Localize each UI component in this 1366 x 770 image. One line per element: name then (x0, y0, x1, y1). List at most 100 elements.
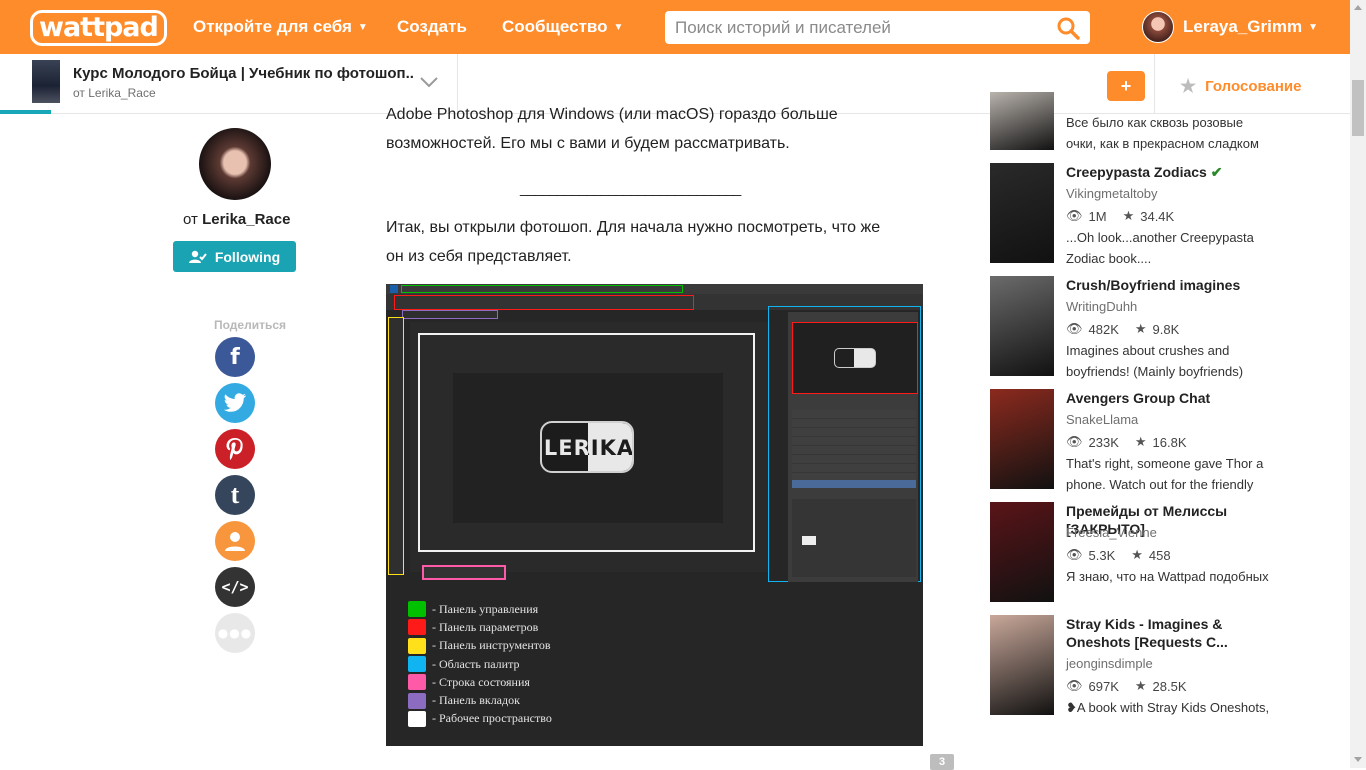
tumblr-share-icon[interactable]: t (215, 475, 255, 515)
ps-history-panel (792, 410, 916, 488)
story-stats: 👁 1M ★ 34.4K (1066, 208, 1175, 224)
story-description: That's right, someone gave Thor a phone.… (1066, 456, 1264, 492)
story-author[interactable]: Vikingmetaltoby (1066, 186, 1158, 201)
paragraph-2: Итак, вы открыли фотошоп. Для начала нуж… (386, 219, 881, 265)
star-icon: ★ (1134, 434, 1147, 449)
scrollbar-thumb[interactable] (1352, 80, 1364, 136)
legend-swatch (408, 692, 426, 709)
story-description: Imagines about crushes and boyfriends! (… (1066, 343, 1244, 379)
story-title[interactable]: Creepypasta Zodiacs ✔ (1066, 163, 1276, 181)
chevron-down-icon[interactable] (418, 74, 440, 90)
nav-discover[interactable]: Откройте для себя ▼ (193, 17, 368, 37)
star-icon: ★ (1180, 76, 1197, 96)
legend-item: - Область палитр (408, 655, 552, 673)
user-menu[interactable]: Leraya_Grimm ▼ (1142, 11, 1318, 43)
legend-label: - Рабочее пространство (432, 711, 552, 726)
legend-label: - Строка состояния (432, 674, 530, 689)
vote-button[interactable]: ★ Голосование (1180, 76, 1301, 97)
story-author[interactable]: SnakeLlama (1066, 412, 1138, 427)
ps-options-highlight-red (394, 295, 694, 310)
legend-item: - Панель вкладок (408, 691, 552, 709)
story-stats: 👁 697K ★ 28.5K (1066, 678, 1187, 694)
legend-label: - Панель управления (432, 601, 539, 616)
ps-logo (390, 285, 398, 293)
pinterest-share-icon[interactable] (215, 429, 255, 469)
ps-status-highlight-pink (422, 565, 506, 580)
search-input[interactable] (665, 11, 1045, 44)
legend-label: - Панель инструментов (432, 638, 551, 653)
search-icon[interactable] (1056, 16, 1080, 40)
legend-item: - Панель параметров (408, 618, 552, 636)
facebook-share-icon[interactable]: f (215, 337, 255, 377)
legend-swatch (408, 637, 426, 654)
eye-icon: 👁 (1066, 547, 1083, 562)
story-cover[interactable] (990, 92, 1054, 150)
eye-icon: 👁 (1066, 678, 1083, 693)
verified-check-icon: ✔ (1210, 164, 1223, 180)
story-stats: 👁 233K ★ 16.8K (1066, 434, 1187, 450)
nav-create[interactable]: Создать (397, 17, 467, 37)
ps-history-selected (792, 480, 916, 488)
author-avatar[interactable] (199, 128, 271, 200)
divider (1154, 54, 1155, 114)
scroll-up-arrow-icon[interactable] (1354, 5, 1362, 10)
story-cover[interactable] (990, 615, 1054, 715)
lerika-logo: LERIKA (540, 421, 634, 473)
story-title[interactable]: Stray Kids - Imagines & Oneshots [Reques… (1066, 615, 1276, 651)
nav-community[interactable]: Сообщество ▼ (502, 17, 623, 37)
scrollbar[interactable] (1350, 0, 1366, 768)
search-box (665, 11, 1090, 44)
story-author[interactable]: Freesia_Vienne (1066, 525, 1157, 540)
story-title[interactable]: Курс Молодого Бойца | Учебник по фотошоп… (73, 65, 413, 82)
story-description: Все было как сквозь розовые очки, как в … (1066, 115, 1259, 151)
following-button[interactable]: Following (173, 241, 296, 272)
star-icon: ★ (1122, 208, 1135, 223)
legend-label: - Область палитр (432, 656, 520, 671)
user-share-icon[interactable] (215, 521, 255, 561)
story-description: ...Oh look...another Creepypasta Zodiac … (1066, 230, 1254, 266)
ps-layer-thumb (802, 536, 816, 545)
story-stats: 👁 482K ★ 9.8K (1066, 321, 1180, 337)
story-author[interactable]: от Lerika_Race (73, 86, 156, 100)
author-name[interactable]: Lerika_Race (202, 211, 290, 228)
legend-item: - Панель инструментов (408, 637, 552, 655)
add-to-list-button[interactable]: + (1107, 71, 1145, 101)
ps-menu-highlight-green (401, 285, 683, 293)
story-cover[interactable] (990, 163, 1054, 263)
legend-item: - Рабочее пространство (408, 710, 552, 728)
legend-swatch (408, 601, 426, 618)
legend-item: - Строка состояния (408, 673, 552, 691)
story-title[interactable]: Crush/Boyfriend imagines (1066, 276, 1276, 294)
text-separator: ______________________________ (520, 180, 741, 197)
username: Leraya_Grimm (1183, 17, 1303, 36)
legend-swatch (408, 674, 426, 691)
share-label: Поделиться (214, 318, 287, 332)
star-icon: ★ (1134, 678, 1147, 693)
eye-icon: 👁 (1066, 208, 1083, 223)
story-author[interactable]: jeonginsdimple (1066, 656, 1153, 671)
legend-swatch (408, 710, 426, 727)
scroll-down-arrow-icon[interactable] (1354, 757, 1362, 762)
caret-down-icon: ▼ (1308, 21, 1318, 33)
more-options-icon[interactable]: ●●● (215, 613, 255, 653)
embed-code-icon[interactable]: </> (215, 567, 255, 607)
story-cover[interactable] (990, 502, 1054, 602)
story-description: Я знаю, что на Wattpad подобных (1066, 569, 1269, 584)
story-cover[interactable] (990, 389, 1054, 489)
legend-swatch (408, 656, 426, 673)
ps-tools-highlight-yellow (388, 317, 404, 575)
story-author[interactable]: WritingDuhh (1066, 299, 1137, 314)
wattpad-logo[interactable]: wattpad (30, 10, 167, 46)
twitter-share-icon[interactable] (215, 383, 255, 423)
eye-icon: 👁 (1066, 434, 1083, 449)
story-cover[interactable] (990, 276, 1054, 376)
caret-down-icon: ▼ (613, 22, 624, 34)
color-legend: - Панель управления - Панель параметров - … (408, 600, 552, 728)
legend-swatch (408, 619, 426, 636)
user-check-icon (188, 250, 207, 263)
legend-item: - Панель управления (408, 600, 552, 618)
story-title[interactable]: Avengers Group Chat (1066, 389, 1276, 407)
legend-label: - Панель вкладок (432, 693, 520, 708)
ps-navigator-logo (834, 348, 876, 368)
story-cover-thumbnail[interactable] (32, 60, 60, 103)
